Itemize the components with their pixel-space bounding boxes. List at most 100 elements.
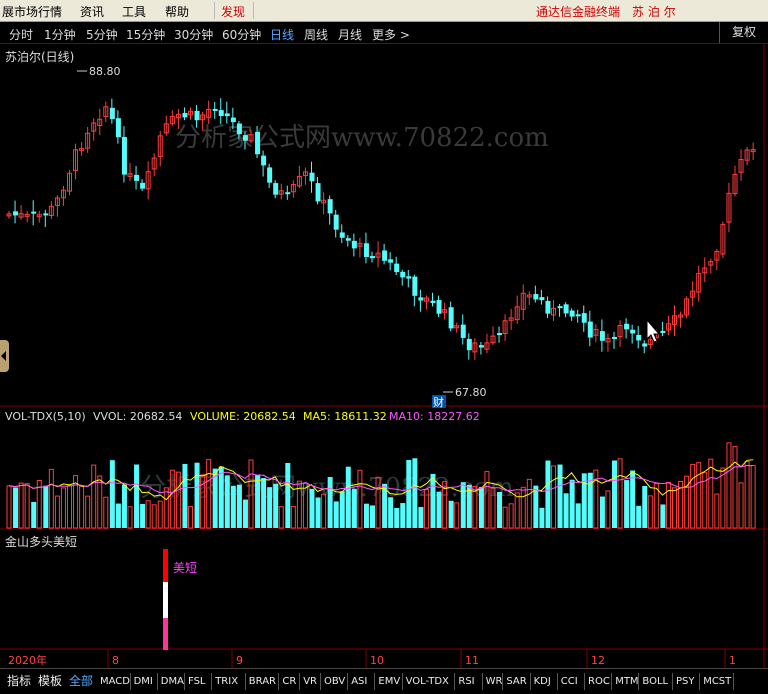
period-monthly[interactable]: 月线 bbox=[338, 26, 362, 43]
candle-body bbox=[533, 294, 539, 300]
indicator-tab-mcst[interactable]: MCST bbox=[703, 669, 731, 694]
volume-bar bbox=[726, 442, 732, 529]
volume-bar bbox=[732, 445, 738, 529]
signal-label: 美短 bbox=[173, 561, 197, 575]
volume-bar bbox=[194, 462, 200, 528]
volume-bar bbox=[48, 468, 54, 529]
volume-bar bbox=[520, 486, 526, 529]
menu-item-help[interactable]: 帮助 bbox=[165, 3, 189, 20]
tab-separator bbox=[672, 673, 673, 690]
period-30min[interactable]: 30分钟 bbox=[174, 26, 213, 43]
volume-bar bbox=[145, 500, 151, 529]
candle-body bbox=[212, 108, 218, 111]
volume-bar bbox=[157, 500, 163, 529]
tab-indicator[interactable]: 指标 bbox=[7, 669, 31, 694]
candle-body bbox=[460, 324, 466, 338]
candle-body bbox=[612, 336, 617, 339]
volume-indicator-name[interactable]: VOL-TDX(5,10) bbox=[5, 410, 86, 423]
indicator-tab-fsl[interactable]: FSL bbox=[188, 669, 206, 694]
period-15min[interactable]: 15分钟 bbox=[126, 26, 165, 43]
indicator-tab-mtm[interactable]: MTM bbox=[615, 669, 638, 694]
menu-item-news[interactable]: 资讯 bbox=[80, 3, 104, 20]
volume-bar bbox=[273, 483, 279, 528]
menu-separator bbox=[214, 2, 215, 19]
candle-body bbox=[345, 238, 351, 241]
volume-bar bbox=[60, 487, 66, 529]
indicator-tab-obv[interactable]: OBV bbox=[324, 669, 345, 694]
indicator-tab-dmi[interactable]: DMI bbox=[134, 669, 153, 694]
volume-bar bbox=[672, 487, 677, 529]
tab-separator bbox=[184, 673, 185, 690]
mouse-cursor-icon bbox=[646, 318, 661, 343]
indicator-tab-cci[interactable]: CCI bbox=[561, 669, 578, 694]
menu-item-tools[interactable]: 工具 bbox=[122, 3, 146, 20]
indicator-tab-emv[interactable]: EMV bbox=[378, 669, 400, 694]
period-60min[interactable]: 60分钟 bbox=[222, 26, 261, 43]
indicator-tab-vol-tdx[interactable]: VOL-TDX bbox=[406, 669, 449, 694]
volume-bar bbox=[31, 501, 37, 528]
period-intraday[interactable]: 分时 bbox=[9, 26, 33, 43]
indicator-tab-wr[interactable]: WR bbox=[486, 669, 503, 694]
volume-bar bbox=[230, 485, 236, 528]
tab-separator bbox=[299, 673, 301, 690]
tab-separator bbox=[401, 673, 403, 690]
volume-bar bbox=[345, 466, 351, 528]
candle-body bbox=[339, 232, 345, 238]
volume-bar bbox=[339, 491, 345, 528]
indicator-tab-trix[interactable]: TRIX bbox=[215, 669, 238, 694]
x-axis-label: 10 bbox=[370, 654, 384, 667]
tab-template[interactable]: 模板 bbox=[38, 669, 62, 694]
tab-separator bbox=[374, 673, 376, 690]
volume-bar bbox=[612, 460, 617, 528]
candle-body bbox=[448, 307, 454, 329]
period-1min[interactable]: 1分钟 bbox=[44, 26, 76, 43]
candle-body bbox=[660, 330, 666, 333]
period-5min[interactable]: 5分钟 bbox=[86, 26, 118, 43]
volume-bar bbox=[255, 475, 261, 528]
x-axis-label: 12 bbox=[591, 654, 605, 667]
indicator-tab-sar[interactable]: SAR bbox=[506, 669, 526, 694]
volume-bar bbox=[569, 479, 575, 528]
high-marker: 88.80 bbox=[77, 65, 121, 78]
indicator-panel-name[interactable]: 金山多头美短 bbox=[5, 533, 77, 550]
volume-bar bbox=[6, 485, 12, 529]
candle-body bbox=[412, 276, 418, 296]
indicator-tab-boll[interactable]: BOLL bbox=[642, 669, 668, 694]
indicator-tab-roc[interactable]: ROC bbox=[588, 669, 610, 694]
tab-separator bbox=[244, 673, 246, 690]
candle-body bbox=[630, 329, 636, 334]
indicator-tab-asi[interactable]: ASI bbox=[351, 669, 367, 694]
volume-bar bbox=[394, 507, 400, 528]
tab-all[interactable]: 全部 bbox=[69, 669, 93, 694]
volume-bar bbox=[624, 480, 630, 528]
indicator-tab-vr[interactable]: VR bbox=[303, 669, 317, 694]
indicator-tab-kdj[interactable]: KDJ bbox=[534, 669, 551, 694]
menu-item-market[interactable]: 展市场行情 bbox=[2, 3, 62, 20]
period-weekly[interactable]: 周线 bbox=[304, 26, 328, 43]
candle-body bbox=[478, 345, 484, 348]
indicator-tab-brar[interactable]: BRAR bbox=[249, 669, 276, 694]
candle-body bbox=[333, 214, 339, 230]
volume-bar bbox=[660, 504, 666, 528]
volume-bar bbox=[363, 503, 369, 528]
indicator-tab-cr[interactable]: CR bbox=[282, 669, 296, 694]
volume-bar bbox=[526, 478, 532, 529]
volume-bar bbox=[24, 483, 30, 529]
menu-item-discover[interactable]: 发现 bbox=[221, 3, 245, 20]
indicator-tab-dma[interactable]: DMA bbox=[161, 669, 184, 694]
indicator-tab-macd[interactable]: MACD bbox=[100, 669, 130, 694]
volume-bar bbox=[140, 503, 146, 528]
kline-chart-area[interactable]: 分析家公式网www.70822.com 分析家公式网www.70822.com … bbox=[0, 44, 768, 668]
collapse-left-icon[interactable] bbox=[0, 340, 9, 372]
indicator-tab-psy[interactable]: PSY bbox=[676, 669, 695, 694]
volume-bar bbox=[218, 466, 224, 528]
volume-bar bbox=[315, 497, 321, 528]
candle-body bbox=[43, 213, 49, 216]
volume-bar bbox=[236, 484, 242, 528]
fuquan-button[interactable]: 复权 bbox=[719, 22, 768, 43]
x-axis-label: 1 bbox=[729, 654, 736, 667]
period-more[interactable]: 更多 > bbox=[372, 26, 410, 43]
indicator-tab-rsi[interactable]: RSI bbox=[458, 669, 474, 694]
volume-bar bbox=[454, 502, 460, 529]
period-daily[interactable]: 日线 bbox=[270, 26, 294, 43]
